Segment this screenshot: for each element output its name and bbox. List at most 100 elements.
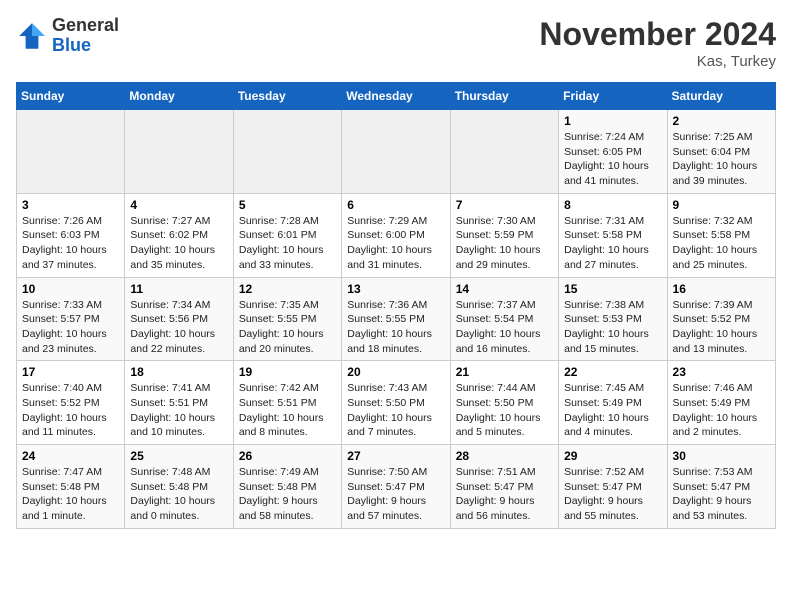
- day-number: 3: [22, 198, 119, 212]
- calendar-cell: 21 Sunrise: 7:44 AM Sunset: 5:50 PM Dayli…: [450, 361, 558, 445]
- day-info: Sunrise: 7:26 AM Sunset: 6:03 PM Dayligh…: [22, 214, 119, 273]
- day-number: 7: [456, 198, 553, 212]
- day-number: 9: [673, 198, 770, 212]
- calendar-week-row: 3 Sunrise: 7:26 AM Sunset: 6:03 PM Daylig…: [17, 193, 776, 277]
- day-info: Sunrise: 7:44 AM Sunset: 5:50 PM Dayligh…: [456, 381, 553, 440]
- day-info: Sunrise: 7:35 AM Sunset: 5:55 PM Dayligh…: [239, 298, 336, 357]
- day-info: Sunrise: 7:32 AM Sunset: 5:58 PM Dayligh…: [673, 214, 770, 273]
- calendar-cell: 20 Sunrise: 7:43 AM Sunset: 5:50 PM Dayli…: [342, 361, 450, 445]
- day-info: Sunrise: 7:41 AM Sunset: 5:51 PM Dayligh…: [130, 381, 227, 440]
- calendar-cell: 13Sunrise: 7:36 AM Sunset: 5:55 PM Dayli…: [342, 277, 450, 361]
- day-number: 21: [456, 365, 553, 379]
- day-info: Sunrise: 7:40 AM Sunset: 5:52 PM Dayligh…: [22, 381, 119, 440]
- calendar-header-row: SundayMondayTuesdayWednesdayThursdayFrid…: [17, 83, 776, 110]
- day-number: 18: [130, 365, 227, 379]
- day-info: Sunrise: 7:25 AM Sunset: 6:04 PM Dayligh…: [673, 130, 770, 189]
- day-number: 6: [347, 198, 444, 212]
- calendar-cell: 8 Sunrise: 7:31 AM Sunset: 5:58 PM Daylig…: [559, 193, 667, 277]
- calendar-cell: 30Sunrise: 7:53 AM Sunset: 5:47 PM Dayli…: [667, 445, 775, 529]
- day-number: 25: [130, 449, 227, 463]
- day-number: 13: [347, 282, 444, 296]
- day-info: Sunrise: 7:33 AM Sunset: 5:57 PM Dayligh…: [22, 298, 119, 357]
- weekday-header: Monday: [125, 83, 233, 110]
- calendar-cell: 25 Sunrise: 7:48 AM Sunset: 5:48 PM Dayli…: [125, 445, 233, 529]
- calendar-cell: 16 Sunrise: 7:39 AM Sunset: 5:52 PM Dayli…: [667, 277, 775, 361]
- day-info: Sunrise: 7:43 AM Sunset: 5:50 PM Dayligh…: [347, 381, 444, 440]
- day-number: 11: [130, 282, 227, 296]
- day-info: Sunrise: 7:52 AM Sunset: 5:47 PM Dayligh…: [564, 465, 661, 524]
- day-number: 29: [564, 449, 661, 463]
- calendar-cell: 5 Sunrise: 7:28 AM Sunset: 6:01 PM Daylig…: [233, 193, 341, 277]
- title-block: November 2024 Kas, Turkey: [539, 16, 776, 70]
- day-number: 8: [564, 198, 661, 212]
- weekday-header: Tuesday: [233, 83, 341, 110]
- day-info: Sunrise: 7:37 AM Sunset: 5:54 PM Dayligh…: [456, 298, 553, 357]
- day-info: Sunrise: 7:45 AM Sunset: 5:49 PM Dayligh…: [564, 381, 661, 440]
- day-info: Sunrise: 7:49 AM Sunset: 5:48 PM Dayligh…: [239, 465, 336, 524]
- weekday-header: Saturday: [667, 83, 775, 110]
- calendar-cell: 28 Sunrise: 7:51 AM Sunset: 5:47 PM Dayli…: [450, 445, 558, 529]
- day-number: 19: [239, 365, 336, 379]
- day-info: Sunrise: 7:39 AM Sunset: 5:52 PM Dayligh…: [673, 298, 770, 357]
- day-number: 20: [347, 365, 444, 379]
- day-info: Sunrise: 7:50 AM Sunset: 5:47 PM Dayligh…: [347, 465, 444, 524]
- location: Kas, Turkey: [539, 53, 776, 70]
- calendar-cell: 15 Sunrise: 7:38 AM Sunset: 5:53 PM Dayli…: [559, 277, 667, 361]
- calendar-cell: 17 Sunrise: 7:40 AM Sunset: 5:52 PM Dayli…: [17, 361, 125, 445]
- day-info: Sunrise: 7:24 AM Sunset: 6:05 PM Dayligh…: [564, 130, 661, 189]
- day-number: 22: [564, 365, 661, 379]
- calendar-cell: 27 Sunrise: 7:50 AM Sunset: 5:47 PM Dayli…: [342, 445, 450, 529]
- calendar-cell: 14 Sunrise: 7:37 AM Sunset: 5:54 PM Dayli…: [450, 277, 558, 361]
- calendar-cell: 18 Sunrise: 7:41 AM Sunset: 5:51 PM Dayli…: [125, 361, 233, 445]
- day-info: Sunrise: 7:28 AM Sunset: 6:01 PM Dayligh…: [239, 214, 336, 273]
- day-info: Sunrise: 7:42 AM Sunset: 5:51 PM Dayligh…: [239, 381, 336, 440]
- day-number: 5: [239, 198, 336, 212]
- day-info: Sunrise: 7:27 AM Sunset: 6:02 PM Dayligh…: [130, 214, 227, 273]
- calendar-cell: 7 Sunrise: 7:30 AM Sunset: 5:59 PM Daylig…: [450, 193, 558, 277]
- day-number: 14: [456, 282, 553, 296]
- day-number: 27: [347, 449, 444, 463]
- calendar-cell: 12 Sunrise: 7:35 AM Sunset: 5:55 PM Dayli…: [233, 277, 341, 361]
- calendar-week-row: 24 Sunrise: 7:47 AM Sunset: 5:48 PM Dayli…: [17, 445, 776, 529]
- calendar-cell: 24 Sunrise: 7:47 AM Sunset: 5:48 PM Dayli…: [17, 445, 125, 529]
- day-info: Sunrise: 7:38 AM Sunset: 5:53 PM Dayligh…: [564, 298, 661, 357]
- day-number: 17: [22, 365, 119, 379]
- calendar-cell: 3 Sunrise: 7:26 AM Sunset: 6:03 PM Daylig…: [17, 193, 125, 277]
- calendar-cell: [450, 110, 558, 194]
- calendar-week-row: 17 Sunrise: 7:40 AM Sunset: 5:52 PM Dayli…: [17, 361, 776, 445]
- calendar-cell: [125, 110, 233, 194]
- calendar-cell: [342, 110, 450, 194]
- day-info: Sunrise: 7:30 AM Sunset: 5:59 PM Dayligh…: [456, 214, 553, 273]
- calendar-cell: [233, 110, 341, 194]
- logo: General Blue: [16, 16, 119, 56]
- calendar-week-row: 10Sunrise: 7:33 AM Sunset: 5:57 PM Dayli…: [17, 277, 776, 361]
- day-number: 2: [673, 114, 770, 128]
- day-number: 23: [673, 365, 770, 379]
- day-number: 28: [456, 449, 553, 463]
- page-header: General Blue November 2024 Kas, Turkey: [16, 16, 776, 70]
- calendar-cell: 22 Sunrise: 7:45 AM Sunset: 5:49 PM Dayli…: [559, 361, 667, 445]
- day-number: 26: [239, 449, 336, 463]
- calendar-cell: 23 Sunrise: 7:46 AM Sunset: 5:49 PM Dayli…: [667, 361, 775, 445]
- day-number: 15: [564, 282, 661, 296]
- day-info: Sunrise: 7:34 AM Sunset: 5:56 PM Dayligh…: [130, 298, 227, 357]
- day-info: Sunrise: 7:51 AM Sunset: 5:47 PM Dayligh…: [456, 465, 553, 524]
- day-number: 1: [564, 114, 661, 128]
- weekday-header: Friday: [559, 83, 667, 110]
- month-title: November 2024: [539, 16, 776, 53]
- calendar-cell: 26 Sunrise: 7:49 AM Sunset: 5:48 PM Dayli…: [233, 445, 341, 529]
- calendar-cell: 1 Sunrise: 7:24 AM Sunset: 6:05 PM Daylig…: [559, 110, 667, 194]
- calendar-table: SundayMondayTuesdayWednesdayThursdayFrid…: [16, 82, 776, 529]
- day-info: Sunrise: 7:31 AM Sunset: 5:58 PM Dayligh…: [564, 214, 661, 273]
- day-info: Sunrise: 7:46 AM Sunset: 5:49 PM Dayligh…: [673, 381, 770, 440]
- day-number: 16: [673, 282, 770, 296]
- day-info: Sunrise: 7:29 AM Sunset: 6:00 PM Dayligh…: [347, 214, 444, 273]
- day-number: 12: [239, 282, 336, 296]
- day-info: Sunrise: 7:47 AM Sunset: 5:48 PM Dayligh…: [22, 465, 119, 524]
- day-info: Sunrise: 7:48 AM Sunset: 5:48 PM Dayligh…: [130, 465, 227, 524]
- day-number: 30: [673, 449, 770, 463]
- weekday-header: Thursday: [450, 83, 558, 110]
- calendar-cell: 10Sunrise: 7:33 AM Sunset: 5:57 PM Dayli…: [17, 277, 125, 361]
- day-number: 24: [22, 449, 119, 463]
- weekday-header: Wednesday: [342, 83, 450, 110]
